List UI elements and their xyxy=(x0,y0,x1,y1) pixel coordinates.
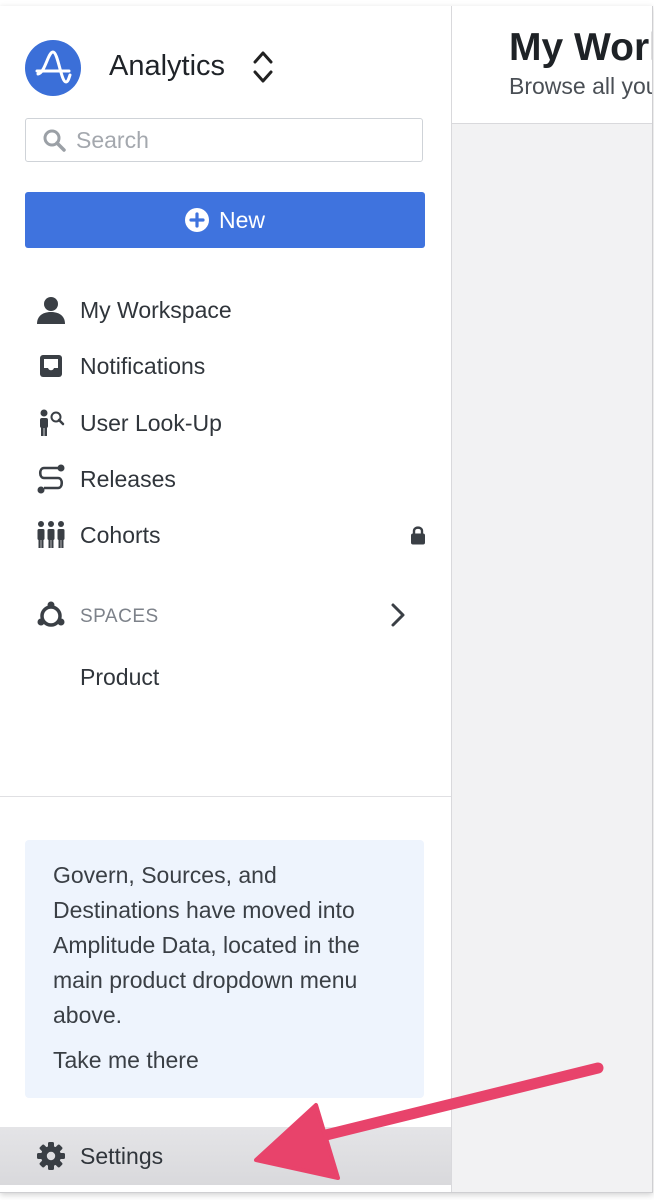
app-title[interactable]: Analytics xyxy=(109,44,225,88)
spaces-icon xyxy=(37,601,65,627)
sidebar-item-label: User Look-Up xyxy=(80,409,222,436)
take-me-there-link[interactable]: Take me there xyxy=(53,1043,402,1078)
notice-text: Govern, Sources, and Destinations have m… xyxy=(53,862,360,1028)
page-subtitle: Browse all your content xyxy=(509,73,652,99)
user-search-icon xyxy=(36,408,66,438)
sidebar-item-label: Cohorts xyxy=(80,521,161,548)
search-box[interactable] xyxy=(25,118,423,162)
lock-icon xyxy=(411,526,425,545)
chevron-right-icon[interactable] xyxy=(389,602,407,628)
main-content: My Workspace Browse all your content xyxy=(452,6,652,1192)
sidebar-divider xyxy=(0,796,451,797)
releases-icon xyxy=(36,464,66,494)
gear-icon xyxy=(37,1142,65,1170)
notice-box: Govern, Sources, and Destinations have m… xyxy=(25,840,424,1098)
inbox-icon xyxy=(36,351,66,381)
sidebar: Analytics New xyxy=(0,6,452,1192)
search-icon xyxy=(43,129,66,152)
sidebar-item-releases[interactable]: Releases xyxy=(36,459,436,499)
chevron-up-down-icon[interactable] xyxy=(252,48,274,86)
new-button[interactable]: New xyxy=(25,192,425,248)
spaces-heading: SPACES xyxy=(80,606,159,627)
users-group-icon xyxy=(36,520,66,550)
space-item-product[interactable]: Product xyxy=(80,662,159,692)
sidebar-item-label: Notifications xyxy=(80,352,206,379)
plus-circle-icon xyxy=(184,208,209,232)
sidebar-item-label: Releases xyxy=(80,465,176,492)
page-header: My Workspace Browse all your content xyxy=(452,6,652,124)
amplitude-logo-icon[interactable] xyxy=(25,40,81,96)
sidebar-item-notifications[interactable]: Notifications xyxy=(36,346,436,386)
sidebar-item-label: My Workspace xyxy=(80,296,232,323)
page-title: My Workspace xyxy=(509,26,652,69)
settings-label: Settings xyxy=(80,1142,164,1169)
user-icon xyxy=(36,295,66,325)
sidebar-item-cohorts[interactable]: Cohorts xyxy=(36,515,436,555)
sidebar-item-settings[interactable]: Settings xyxy=(0,1127,451,1185)
app-window: Analytics New xyxy=(0,6,653,1193)
sidebar-item-my-workspace[interactable]: My Workspace xyxy=(36,290,436,330)
sidebar-item-user-look-up[interactable]: User Look-Up xyxy=(36,403,436,443)
new-button-label: New xyxy=(218,206,265,233)
search-input[interactable] xyxy=(74,125,398,155)
